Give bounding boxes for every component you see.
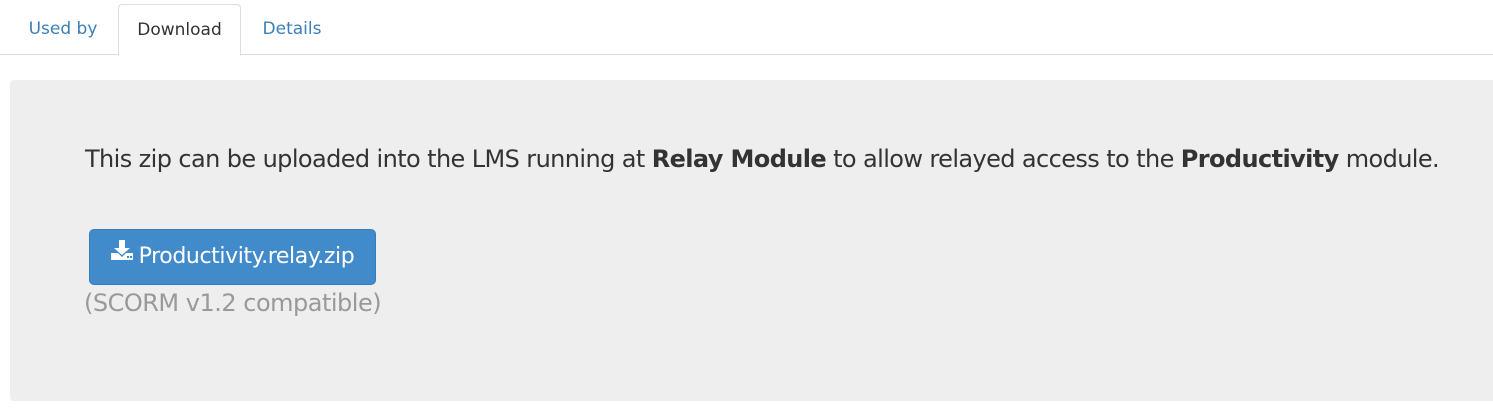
description-text-1: This zip can be uploaded into the LMS ru… [85, 145, 652, 173]
download-zip-button[interactable]: Productivity.relay.zip [89, 229, 376, 285]
page: Used by Download Details This zip can be… [0, 0, 1493, 410]
tab-bar: Used by Download Details [0, 0, 1493, 56]
module-name: Productivity [1180, 145, 1340, 173]
relay-module-name: Relay Module [651, 145, 827, 173]
tab-used-by[interactable]: Used by [13, 4, 113, 55]
description-text-3: module. [1338, 145, 1440, 173]
download-icon [110, 227, 133, 281]
description-text-2: to allow relayed access to the [826, 145, 1181, 173]
download-button-label: Productivity.relay.zip [138, 244, 355, 269]
download-panel: This zip can be uploaded into the LMS ru… [10, 80, 1493, 401]
tab-download[interactable]: Download [118, 4, 241, 56]
download-description: This zip can be uploaded into the LMS ru… [85, 142, 1440, 176]
tab-details[interactable]: Details [246, 4, 338, 55]
scorm-compatibility-note: (SCORM v1.2 compatible) [84, 289, 382, 317]
